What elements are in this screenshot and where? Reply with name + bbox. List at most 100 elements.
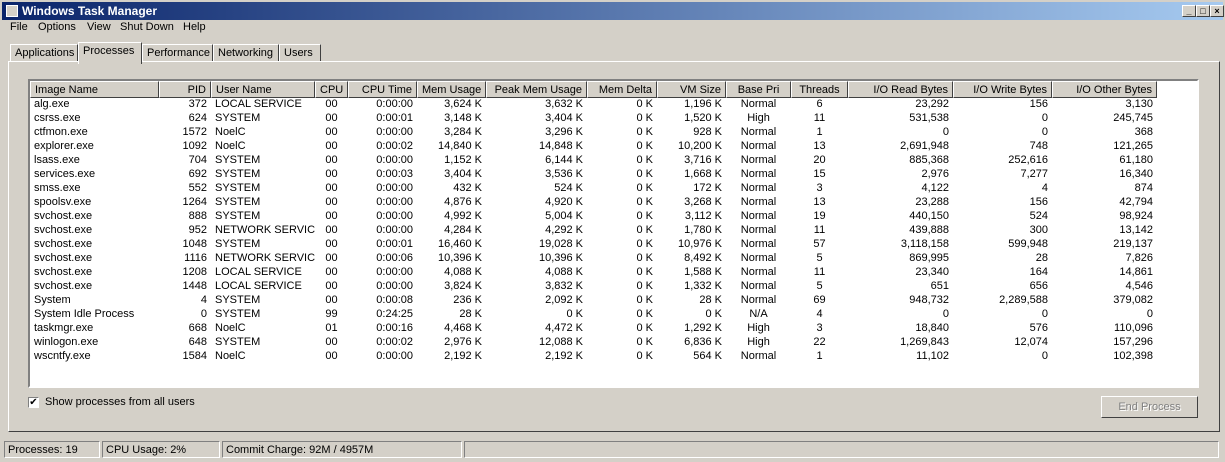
cell-mem-delta: 0 K bbox=[636, 238, 653, 250]
cell-image-name: smss.exe bbox=[34, 182, 81, 194]
cell-cpu-time: 0:00:03 bbox=[376, 168, 413, 180]
window-title: Windows Task Manager bbox=[22, 4, 158, 18]
cell-cpu-time: 0:00:00 bbox=[376, 280, 413, 292]
table-row[interactable]: explorer.exe 1092 NoelC 00 0:00:02 14,840 K 14… bbox=[30, 140, 1197, 154]
table-row[interactable]: svchost.exe 1208 LOCAL SERVICE 00 0:00:00 4,0… bbox=[30, 266, 1197, 280]
cell-base-pri: Normal bbox=[740, 252, 777, 264]
column-header-cpu-time[interactable]: CPU Time bbox=[348, 81, 417, 98]
cell-i-o-write-bytes: 0 bbox=[1041, 126, 1048, 138]
cell-peak-mem-usage: 3,404 K bbox=[545, 112, 583, 124]
cell-i-o-other-bytes: 121,265 bbox=[1113, 140, 1153, 152]
table-row[interactable]: svchost.exe 1116 NETWORK SERVICE 00 0:00:06 1… bbox=[30, 252, 1197, 266]
column-header-mem-usage[interactable]: Mem Usage bbox=[417, 81, 486, 98]
column-header-i-o-write-bytes[interactable]: I/O Write Bytes bbox=[953, 81, 1052, 98]
column-header-base-pri[interactable]: Base Pri bbox=[726, 81, 791, 98]
cell-i-o-read-bytes: 2,976 bbox=[921, 168, 949, 180]
cell-threads: 3 bbox=[816, 322, 823, 334]
table-row[interactable]: svchost.exe 1048 SYSTEM 00 0:00:01 16,460 K 19… bbox=[30, 238, 1197, 252]
column-header-cpu[interactable]: CPU bbox=[315, 81, 348, 98]
cell-cpu: 00 bbox=[325, 182, 338, 194]
tab-applications[interactable]: Applications bbox=[10, 44, 78, 62]
table-row[interactable]: alg.exe 372 LOCAL SERVICE 00 0:00:00 3,624 K 3… bbox=[30, 98, 1197, 112]
cell-mem-delta: 0 K bbox=[636, 98, 653, 110]
cell-user-name: SYSTEM bbox=[215, 210, 261, 222]
cell-mem-delta: 0 K bbox=[636, 308, 653, 320]
cell-user-name: LOCAL SERVICE bbox=[215, 266, 302, 278]
column-header-vm-size[interactable]: VM Size bbox=[657, 81, 726, 98]
menu-shut-down[interactable]: Shut Down bbox=[120, 21, 174, 33]
cell-mem-usage: 3,284 K bbox=[444, 126, 482, 138]
table-row[interactable]: svchost.exe 952 NETWORK SERVICE 00 0:00:00 4,… bbox=[30, 224, 1197, 238]
column-header-pid[interactable]: PID bbox=[159, 81, 211, 98]
cell-base-pri: Normal bbox=[740, 154, 777, 166]
close-icon[interactable]: × bbox=[1210, 5, 1224, 17]
cell-pid: 1208 bbox=[182, 266, 207, 278]
table-row[interactable]: taskmgr.exe 668 NoelC 01 0:00:16 4,468 K 4,472… bbox=[30, 322, 1197, 336]
cell-i-o-write-bytes: 0 bbox=[1041, 112, 1048, 124]
column-header-i-o-read-bytes[interactable]: I/O Read Bytes bbox=[848, 81, 953, 98]
cell-vm-size: 1,668 K bbox=[684, 168, 722, 180]
cell-cpu: 00 bbox=[325, 126, 338, 138]
menu-options[interactable]: Options bbox=[38, 21, 76, 33]
table-row[interactable]: System 4 SYSTEM 00 0:00:08 236 K 2,092 K 0 K 28 … bbox=[30, 294, 1197, 308]
cell-i-o-other-bytes: 98,924 bbox=[1119, 210, 1153, 222]
table-row[interactable]: lsass.exe 704 SYSTEM 00 0:00:00 1,152 K 6,144 … bbox=[30, 154, 1197, 168]
table-row[interactable]: winlogon.exe 648 SYSTEM 00 0:00:02 2,976 K 12,… bbox=[30, 336, 1197, 350]
cell-i-o-other-bytes: 13,142 bbox=[1119, 224, 1153, 236]
cell-cpu-time: 0:24:25 bbox=[376, 308, 413, 320]
table-row[interactable]: svchost.exe 1448 LOCAL SERVICE 00 0:00:00 3,8… bbox=[30, 280, 1197, 294]
table-row[interactable]: smss.exe 552 SYSTEM 00 0:00:00 432 K 524 K 0 K 1… bbox=[30, 182, 1197, 196]
cell-cpu: 00 bbox=[325, 336, 338, 348]
column-header-mem-delta[interactable]: Mem Delta bbox=[587, 81, 657, 98]
column-header-user-name[interactable]: User Name bbox=[211, 81, 315, 98]
status-commit-charge: Commit Charge: 92M / 4957M bbox=[222, 441, 462, 458]
tab-networking[interactable]: Networking bbox=[213, 44, 279, 62]
cell-peak-mem-usage: 3,296 K bbox=[545, 126, 583, 138]
table-row[interactable]: spoolsv.exe 1264 SYSTEM 00 0:00:00 4,876 K 4,9… bbox=[30, 196, 1197, 210]
cell-vm-size: 28 K bbox=[699, 294, 722, 306]
status-cpu-usage: CPU Usage: 2% bbox=[102, 441, 220, 458]
tab-users[interactable]: Users bbox=[279, 44, 321, 62]
menu-file[interactable]: File bbox=[10, 21, 28, 33]
menu-help[interactable]: Help bbox=[183, 21, 206, 33]
cell-peak-mem-usage: 19,028 K bbox=[538, 238, 583, 250]
cell-mem-usage: 1,152 K bbox=[444, 154, 482, 166]
cell-base-pri: High bbox=[747, 322, 770, 334]
cell-user-name: SYSTEM bbox=[215, 168, 261, 180]
table-row[interactable]: System Idle Process 0 SYSTEM 99 0:24:25 28 K 0… bbox=[30, 308, 1197, 322]
cell-threads: 3 bbox=[816, 182, 823, 194]
tab-processes[interactable]: Processes bbox=[78, 42, 142, 64]
table-row[interactable]: ctfmon.exe 1572 NoelC 00 0:00:00 3,284 K 3,296… bbox=[30, 126, 1197, 140]
cell-mem-delta: 0 K bbox=[636, 224, 653, 236]
title-bar[interactable]: Windows Task Manager _ □ × bbox=[2, 2, 1224, 20]
checkbox-checkmark-icon[interactable]: ✔ bbox=[28, 397, 39, 408]
cell-image-name: System bbox=[34, 294, 71, 306]
table-row[interactable]: wscntfy.exe 1584 NoelC 00 0:00:00 2,192 K 2,19… bbox=[30, 350, 1197, 364]
cell-i-o-other-bytes: 874 bbox=[1134, 182, 1153, 194]
cell-user-name: LOCAL SERVICE bbox=[215, 98, 302, 110]
cell-i-o-other-bytes: 16,340 bbox=[1119, 168, 1153, 180]
cell-base-pri: Normal bbox=[740, 266, 777, 278]
cell-i-o-read-bytes: 23,292 bbox=[915, 98, 949, 110]
cell-base-pri: Normal bbox=[740, 196, 777, 208]
tab-performance[interactable]: Performance bbox=[142, 44, 213, 62]
column-header-image-name[interactable]: Image Name bbox=[30, 81, 159, 98]
cell-threads: 19 bbox=[813, 210, 826, 222]
process-list[interactable]: Image Name PID User Name CPU CPU Time Mem Usa… bbox=[28, 79, 1199, 388]
cell-user-name: NoelC bbox=[215, 350, 246, 362]
maximize-icon[interactable]: □ bbox=[1196, 5, 1210, 17]
table-row[interactable]: services.exe 692 SYSTEM 00 0:00:03 3,404 K 3,5… bbox=[30, 168, 1197, 182]
cell-mem-delta: 0 K bbox=[636, 154, 653, 166]
cell-peak-mem-usage: 4,920 K bbox=[545, 196, 583, 208]
column-header-i-o-other-bytes[interactable]: I/O Other Bytes bbox=[1052, 81, 1157, 98]
cell-base-pri: Normal bbox=[740, 238, 777, 250]
column-header-peak-mem-usage[interactable]: Peak Mem Usage bbox=[486, 81, 587, 98]
minimize-icon[interactable]: _ bbox=[1182, 5, 1196, 17]
menu-view[interactable]: View bbox=[87, 21, 111, 33]
cell-image-name: wscntfy.exe bbox=[34, 350, 91, 362]
cell-cpu-time: 0:00:06 bbox=[376, 252, 413, 264]
table-row[interactable]: svchost.exe 888 SYSTEM 00 0:00:00 4,992 K 5,00… bbox=[30, 210, 1197, 224]
column-header-threads[interactable]: Threads bbox=[791, 81, 848, 98]
end-process-button[interactable]: End Process bbox=[1101, 396, 1198, 418]
table-row[interactable]: csrss.exe 624 SYSTEM 00 0:00:01 3,148 K 3,404 … bbox=[30, 112, 1197, 126]
